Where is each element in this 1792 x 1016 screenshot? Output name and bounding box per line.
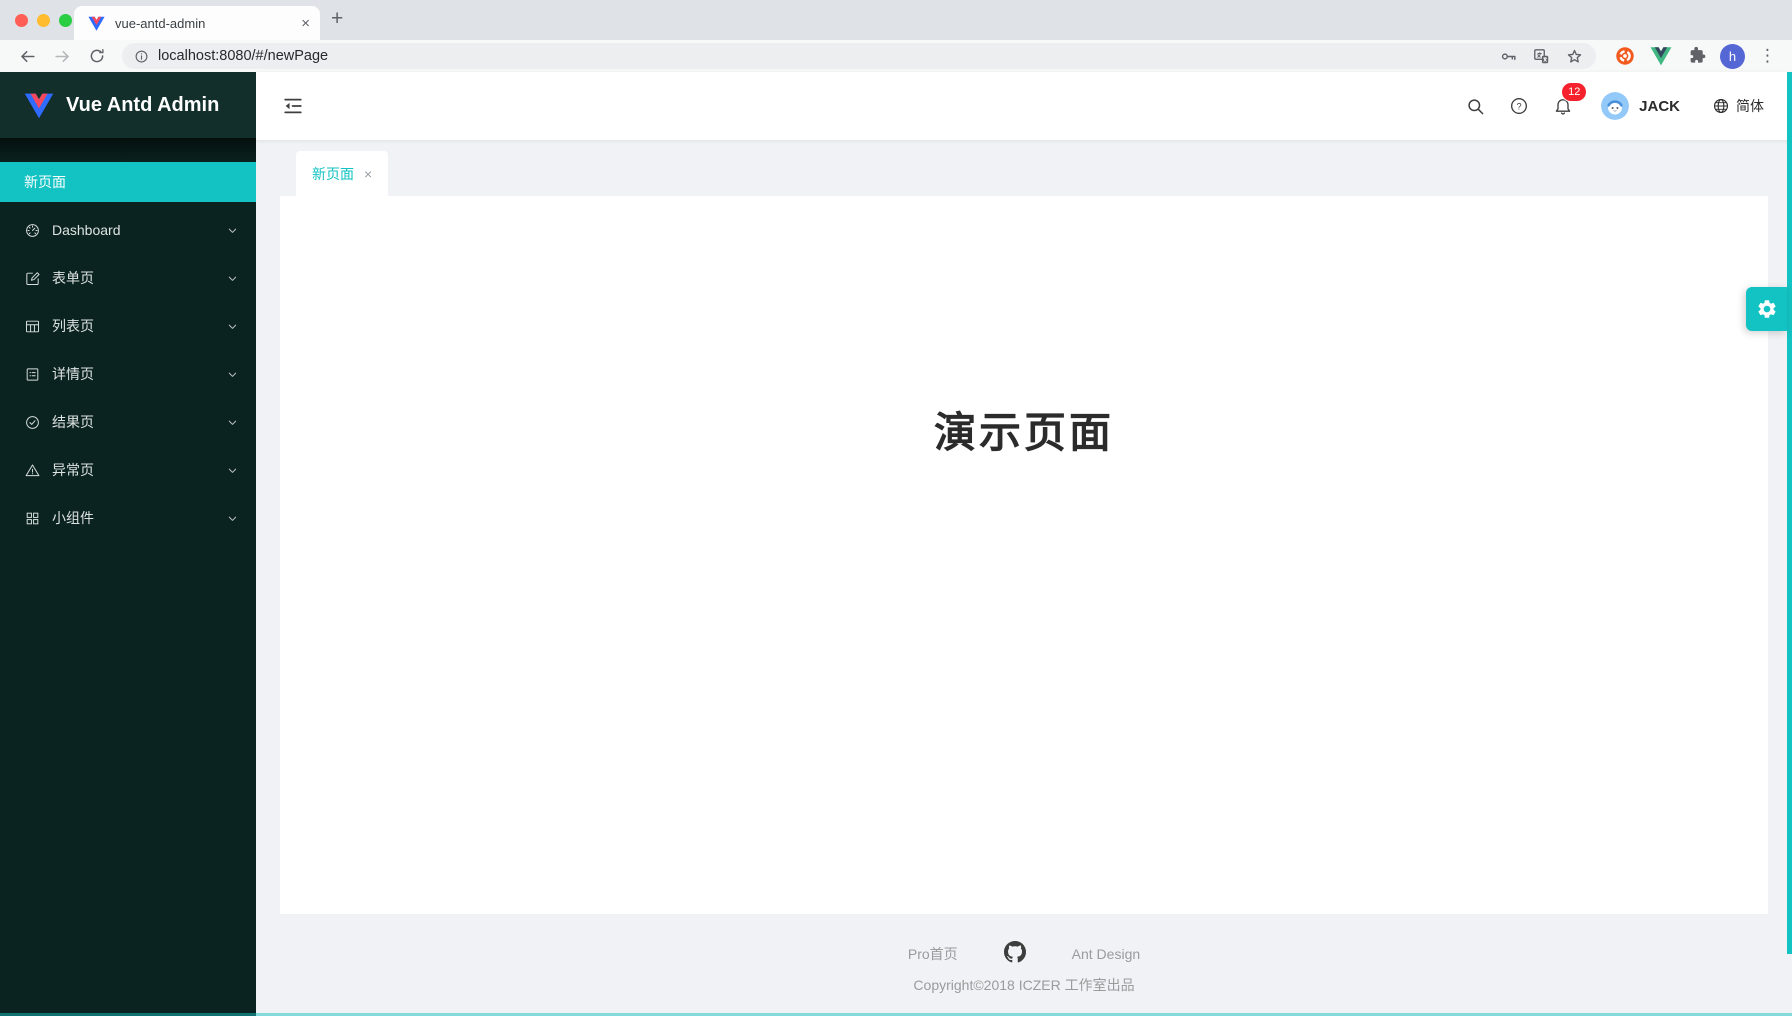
sidebar-item-result-page[interactable]: 结果页 — [0, 402, 256, 442]
chevron-down-icon — [227, 321, 238, 332]
check-circle-icon — [24, 414, 41, 431]
github-icon[interactable] — [1004, 941, 1026, 966]
browser-chrome: vue-antd-admin × + localhost:8080/#/newP… — [0, 0, 1792, 72]
sidebar-item-list-page[interactable]: 列表页 — [0, 306, 256, 346]
gear-icon — [1756, 298, 1778, 320]
page-info-icon[interactable] — [134, 49, 149, 64]
translate-button[interactable] — [1532, 47, 1551, 66]
sidebar-item-exception-page[interactable]: 异常页 — [0, 450, 256, 490]
reload-icon — [88, 47, 106, 65]
bookmark-button[interactable] — [1565, 47, 1584, 66]
tab-close-icon[interactable]: × — [301, 15, 310, 32]
chevron-down-icon — [227, 465, 238, 476]
block-icon — [24, 510, 41, 527]
forward-arrow-icon — [53, 47, 72, 66]
address-bar[interactable]: localhost:8080/#/newPage — [122, 43, 1596, 69]
extensions-puzzle-icon[interactable] — [1686, 46, 1706, 66]
settings-drawer-edge — [1787, 72, 1792, 954]
sidebar-item-detail-page[interactable]: 详情页 — [0, 354, 256, 394]
chevron-down-icon — [227, 369, 238, 380]
chevron-down-icon — [227, 417, 238, 428]
star-icon — [1565, 47, 1584, 66]
footer-link-ant-design[interactable]: Ant Design — [1072, 946, 1140, 962]
vue-devtools-icon[interactable] — [1650, 46, 1672, 66]
table-icon — [24, 318, 41, 335]
new-tab-button[interactable]: + — [331, 7, 343, 31]
sidebar-item-label: Dashboard — [52, 222, 121, 238]
sidebar-item-label: 结果页 — [52, 412, 94, 432]
sidebar-item-label: 详情页 — [52, 364, 94, 384]
notification-button[interactable]: 12 — [1553, 96, 1573, 116]
footer-link-pro-home[interactable]: Pro首页 — [908, 944, 958, 964]
profile-icon — [24, 366, 41, 383]
content-card: 演示页面 — [280, 196, 1768, 914]
notification-badge: 12 — [1562, 83, 1586, 101]
page-tabs: 新页面 × — [296, 151, 388, 196]
form-icon — [24, 270, 41, 287]
app-logo-bar[interactable]: Vue Antd Admin — [0, 72, 256, 138]
sidebar-collapse-trigger[interactable] — [282, 95, 304, 117]
chevron-down-icon — [227, 513, 238, 524]
app-title: Vue Antd Admin — [66, 94, 219, 117]
page-title: 演示页面 — [280, 399, 1768, 460]
back-arrow-icon — [18, 47, 37, 66]
browser-tabstrip: vue-antd-admin × + — [0, 0, 1792, 40]
question-circle-icon: ? — [1509, 96, 1529, 116]
back-button[interactable] — [18, 47, 37, 66]
footer-links: Pro首页 Ant Design — [256, 941, 1792, 966]
dashboard-icon — [24, 222, 41, 239]
app-header: ? 12 JACK 简体 — [256, 72, 1792, 140]
avatar-face-icon — [1601, 92, 1629, 120]
sidebar-item-new-page[interactable]: 新页面 — [0, 162, 256, 202]
sidebar-item-label: 列表页 — [52, 316, 94, 336]
browser-toolbar: localhost:8080/#/newPage h ⋮ — [0, 40, 1792, 72]
username[interactable]: JACK — [1639, 98, 1680, 115]
help-button[interactable]: ? — [1509, 96, 1529, 116]
copyright: Copyright©2018 ICZER 工作室出品 — [256, 975, 1792, 995]
maximize-window-button[interactable] — [59, 14, 72, 27]
key-icon — [1499, 47, 1518, 66]
browser-tab[interactable]: vue-antd-admin × — [74, 6, 320, 40]
sidebar-item-dashboard[interactable]: Dashboard — [0, 210, 256, 250]
sidebar: Vue Antd Admin 新页面 Dashboard 表单页 — [0, 72, 256, 1016]
sidebar-menu: 新页面 Dashboard 表单页 列表页 — [0, 138, 256, 1016]
browser-profile-avatar[interactable]: h — [1720, 44, 1745, 69]
svg-text:?: ? — [1517, 101, 1522, 111]
extension-orange-icon[interactable] — [1614, 45, 1636, 67]
chevron-down-icon — [227, 225, 238, 236]
page-tab-close-icon[interactable]: × — [364, 166, 372, 182]
language-label: 简体 — [1736, 96, 1764, 116]
close-window-button[interactable] — [15, 14, 28, 27]
menu-fold-icon — [282, 95, 304, 117]
sidebar-item-label: 表单页 — [52, 268, 94, 288]
sidebar-item-label: 小组件 — [52, 508, 94, 528]
reload-button[interactable] — [88, 47, 106, 65]
search-icon — [1466, 97, 1485, 116]
minimize-window-button[interactable] — [37, 14, 50, 27]
vue-favicon-icon — [88, 16, 105, 31]
window-controls — [15, 14, 72, 27]
page-tab-active[interactable]: 新页面 × — [296, 151, 388, 196]
browser-menu-button[interactable]: ⋮ — [1759, 46, 1776, 66]
settings-drawer-button[interactable] — [1746, 287, 1787, 331]
user-avatar[interactable] — [1601, 92, 1629, 120]
extensions-area: h ⋮ — [1614, 44, 1776, 69]
password-key-button[interactable] — [1499, 47, 1518, 66]
translate-icon — [1532, 47, 1551, 66]
footer: Pro首页 Ant Design Copyright©2018 ICZER 工作… — [256, 914, 1792, 1016]
warning-icon — [24, 462, 41, 479]
language-selector[interactable]: 简体 — [1712, 96, 1764, 116]
browser-tab-title: vue-antd-admin — [115, 16, 301, 31]
forward-button[interactable] — [53, 47, 72, 66]
sidebar-item-widgets[interactable]: 小组件 — [0, 498, 256, 538]
header-actions: ? 12 JACK 简体 — [1466, 92, 1764, 120]
sidebar-item-form-page[interactable]: 表单页 — [0, 258, 256, 298]
url-text[interactable]: localhost:8080/#/newPage — [158, 48, 1485, 64]
chevron-down-icon — [227, 273, 238, 284]
globe-icon — [1712, 97, 1730, 115]
sidebar-item-label: 异常页 — [52, 460, 94, 480]
app-logo-icon — [24, 92, 54, 119]
search-button[interactable] — [1466, 97, 1485, 116]
page-tab-label: 新页面 — [312, 164, 354, 184]
